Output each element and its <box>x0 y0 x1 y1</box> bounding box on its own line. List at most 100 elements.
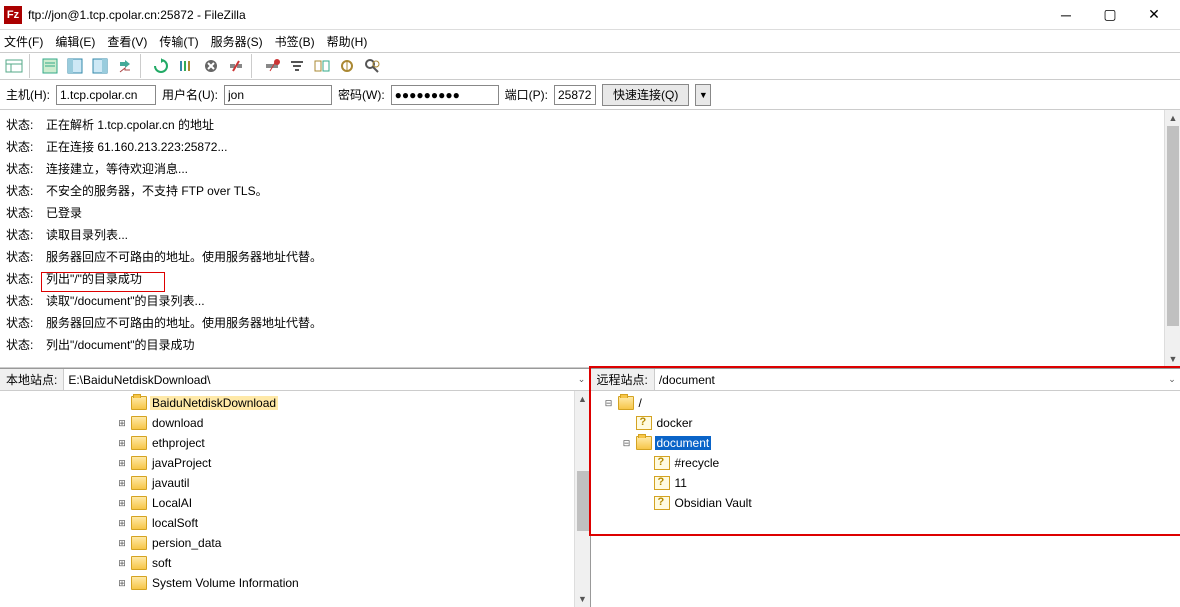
expand-icon[interactable]: ⊞ <box>116 438 128 449</box>
log-status-label: 状态: <box>6 268 46 290</box>
expand-icon[interactable]: ⊟ <box>603 398 615 409</box>
host-input[interactable] <box>56 85 156 105</box>
sitemanager-icon[interactable] <box>2 54 26 78</box>
folder-icon <box>131 496 147 510</box>
search-icon[interactable] <box>360 54 384 78</box>
process-queue-icon[interactable] <box>174 54 198 78</box>
tree-item[interactable]: ⊞ LocalAI <box>0 493 590 513</box>
remote-path-input[interactable] <box>655 369 1164 390</box>
menu-help[interactable]: 帮助(H) <box>327 33 368 50</box>
quickconnect-dropdown[interactable]: ▼ <box>695 84 711 106</box>
port-label: 端口(P): <box>505 86 548 103</box>
expand-icon[interactable]: ⊞ <box>116 578 128 589</box>
tree-item[interactable]: 11 <box>591 473 1180 493</box>
expand-icon[interactable]: ⊞ <box>116 478 128 489</box>
menu-bookmarks[interactable]: 书签(B) <box>275 33 315 50</box>
folder-icon <box>131 516 147 530</box>
log-scrollbar[interactable]: ▲ ▼ <box>1164 110 1180 367</box>
expand-icon[interactable]: ⊞ <box>116 418 128 429</box>
disconnect-icon[interactable] <box>224 54 248 78</box>
tree-item[interactable]: ⊞soft <box>0 553 590 573</box>
folder-icon <box>636 416 652 430</box>
reconnect-icon[interactable] <box>260 54 284 78</box>
menu-server[interactable]: 服务器(S) <box>211 33 263 50</box>
toggle-queue-icon[interactable] <box>113 54 137 78</box>
user-input[interactable] <box>224 85 332 105</box>
tree-item-label: document <box>655 436 712 450</box>
pass-label: 密码(W): <box>338 86 385 103</box>
tree-item[interactable]: ⊞System Volume Information <box>0 573 590 593</box>
port-input[interactable] <box>554 85 596 105</box>
scroll-thumb[interactable] <box>1167 126 1179 326</box>
tree-item[interactable]: ⊞download <box>0 413 590 433</box>
local-path-input[interactable] <box>64 369 573 390</box>
sync-browse-icon[interactable] <box>335 54 359 78</box>
quickconnect-button[interactable]: 快速连接(Q) <box>602 84 689 106</box>
tree-item[interactable]: BaiduNetdiskDownload <box>0 393 590 413</box>
log-status-label: 状态: <box>6 136 46 158</box>
scroll-up-icon[interactable]: ▲ <box>575 391 591 407</box>
tree-item[interactable]: ⊞javautil <box>0 473 590 493</box>
filter-icon[interactable] <box>285 54 309 78</box>
log-pane[interactable]: 状态:正在解析 1.tcp.cpolar.cn 的地址状态:正在连接 61.16… <box>0 110 1180 368</box>
log-status-label: 状态: <box>6 202 46 224</box>
expand-icon[interactable]: ⊞ <box>116 518 128 529</box>
scroll-thumb[interactable] <box>577 471 589 531</box>
tree-item[interactable]: ⊟/ <box>591 393 1180 413</box>
log-message: 正在连接 61.160.213.223:25872... <box>46 136 227 158</box>
scroll-down-icon[interactable]: ▼ <box>1165 351 1180 367</box>
tree-item[interactable]: ⊞ localSoft <box>0 513 590 533</box>
tree-item-label: BaiduNetdiskDownload <box>150 396 278 410</box>
local-tree[interactable]: BaiduNetdiskDownload ⊞download⊞ethproject… <box>0 391 590 607</box>
menu-file[interactable]: 文件(F) <box>4 33 43 50</box>
expand-icon[interactable]: ⊞ <box>116 498 128 509</box>
local-path-dropdown[interactable]: ⌄ <box>574 374 590 385</box>
log-message: 服务器回应不可路由的地址。使用服务器地址代替。 <box>46 246 322 268</box>
tree-item-label: persion_data <box>150 536 223 550</box>
tree-item[interactable]: #recycle <box>591 453 1180 473</box>
tree-item-label: LocalAI <box>150 496 194 510</box>
tree-item[interactable]: docker <box>591 413 1180 433</box>
toggle-log-icon[interactable] <box>38 54 62 78</box>
tree-item-label: / <box>637 396 644 410</box>
refresh-icon[interactable] <box>149 54 173 78</box>
local-scrollbar[interactable]: ▲ ▼ <box>574 391 590 607</box>
minimize-button[interactable]: ─ <box>1044 1 1088 29</box>
tree-item[interactable]: ⊞javaProject <box>0 453 590 473</box>
expand-icon[interactable]: ⊞ <box>116 558 128 569</box>
expand-icon[interactable]: ⊟ <box>621 438 633 449</box>
tree-item-label: 11 <box>673 476 689 490</box>
remote-pane: 远程站点: ⌄ ⊟/docker⊟document#recycle11Obsid… <box>591 369 1180 607</box>
toggle-remote-tree-icon[interactable] <box>88 54 112 78</box>
compare-icon[interactable] <box>310 54 334 78</box>
folder-icon <box>654 456 670 470</box>
menu-edit[interactable]: 编辑(E) <box>55 33 95 50</box>
tree-item-label: localSoft <box>150 516 200 530</box>
tree-item-label: #recycle <box>673 456 722 470</box>
menu-view[interactable]: 查看(V) <box>107 33 147 50</box>
tree-item[interactable]: ⊞ethproject <box>0 433 590 453</box>
folder-icon <box>618 396 634 410</box>
tree-item[interactable]: ⊟ document <box>591 433 1180 453</box>
folder-icon <box>131 556 147 570</box>
remote-tree[interactable]: ⊟/docker⊟document#recycle11Obsidian Vaul… <box>591 391 1180 607</box>
expand-icon[interactable]: ⊞ <box>116 538 128 549</box>
quickconnect-bar: 主机(H): 用户名(U): 密码(W): 端口(P): 快速连接(Q) ▼ <box>0 80 1180 110</box>
toggle-local-tree-icon[interactable] <box>63 54 87 78</box>
close-button[interactable]: ✕ <box>1132 1 1176 29</box>
menu-transfer[interactable]: 传输(T) <box>159 33 198 50</box>
tree-item[interactable]: ⊞ persion_data <box>0 533 590 553</box>
expand-icon[interactable]: ⊞ <box>116 458 128 469</box>
scroll-down-icon[interactable]: ▼ <box>575 591 591 607</box>
log-message: 读取目录列表... <box>46 224 128 246</box>
app-logo-icon: Fz <box>4 6 22 24</box>
file-panes: 本地站点: ⌄ BaiduNetdiskDownload⊞download⊞et… <box>0 368 1180 607</box>
maximize-button[interactable]: ▢ <box>1088 1 1132 29</box>
folder-icon <box>636 436 652 450</box>
remote-path-dropdown[interactable]: ⌄ <box>1164 374 1180 385</box>
scroll-up-icon[interactable]: ▲ <box>1165 110 1180 126</box>
folder-icon <box>654 476 670 490</box>
cancel-icon[interactable] <box>199 54 223 78</box>
tree-item[interactable]: Obsidian Vault <box>591 493 1180 513</box>
pass-input[interactable] <box>391 85 499 105</box>
